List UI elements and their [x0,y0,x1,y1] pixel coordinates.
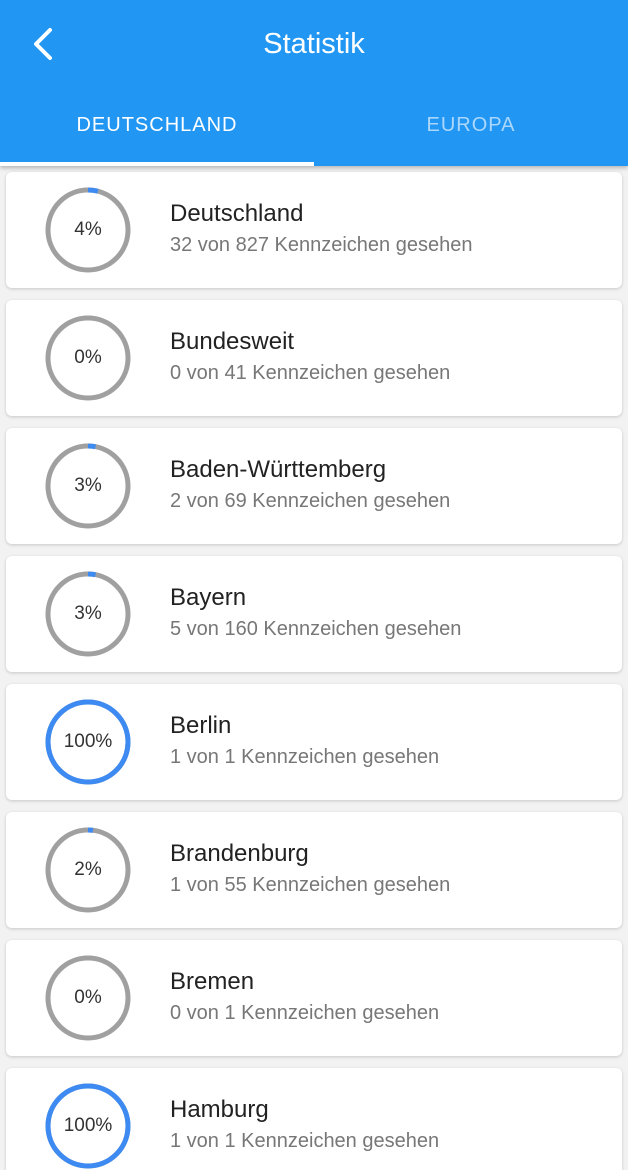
tab-bar: DEUTSCHLAND EUROPA [0,90,628,166]
chevron-left-icon [34,28,52,60]
progress-ring: 4% [44,186,132,274]
region-list: 4% Deutschland 32 von 827 Kennzeichen ge… [0,172,628,1170]
region-count: 5 von 160 Kennzeichen gesehen [170,618,462,640]
region-count: 0 von 1 Kennzeichen gesehen [170,1002,440,1024]
progress-percent: 3% [74,475,102,496]
progress-ring: 0% [44,314,132,402]
tab-label: EUROPA [426,114,516,136]
region-card[interactable]: 0% Bremen 0 von 1 Kennzeichen gesehen [6,940,622,1056]
region-name: Brandenburg [170,840,309,867]
region-name: Bundesweit [170,328,295,355]
region-count: 0 von 41 Kennzeichen gesehen [170,362,451,384]
progress-percent: 4% [74,219,102,240]
progress-percent: 3% [74,603,102,624]
region-card[interactable]: 3% Bayern 5 von 160 Kennzeichen gesehen [6,556,622,672]
region-count: 32 von 827 Kennzeichen gesehen [170,234,473,256]
region-card[interactable]: 100% Hamburg 1 von 1 Kennzeichen gesehen [6,1068,622,1170]
region-name: Hamburg [170,1096,269,1123]
region-card[interactable]: 4% Deutschland 32 von 827 Kennzeichen ge… [6,172,622,288]
region-name: Bremen [170,968,255,995]
tab-deutschland[interactable]: DEUTSCHLAND [0,90,314,166]
region-card[interactable]: 100% Berlin 1 von 1 Kennzeichen gesehen [6,684,622,800]
region-count: 1 von 1 Kennzeichen gesehen [170,1130,440,1152]
region-name: Deutschland [170,200,304,227]
progress-ring: 100% [44,698,132,786]
region-count: 1 von 55 Kennzeichen gesehen [170,874,451,896]
progress-percent: 100% [63,731,113,752]
app-bar: Statistik DEUTSCHLAND EUROPA [0,0,628,166]
tab-europa[interactable]: EUROPA [314,90,628,166]
page-title: Statistik [263,28,365,60]
region-card[interactable]: 3% Baden-Württemberg 2 von 69 Kennzeiche… [6,428,622,544]
region-name: Bayern [170,584,247,611]
progress-ring: 3% [44,570,132,658]
progress-ring: 3% [44,442,132,530]
progress-ring: 2% [44,826,132,914]
region-name: Berlin [170,712,232,739]
progress-ring: 0% [44,954,132,1042]
progress-percent: 100% [63,1115,113,1136]
region-card[interactable]: 2% Brandenburg 1 von 55 Kennzeichen gese… [6,812,622,928]
back-button[interactable] [20,20,68,68]
progress-ring: 100% [44,1082,132,1170]
tab-indicator [0,162,314,166]
statistics-screen: Statistik DEUTSCHLAND EUROPA 4% Deutschl… [0,0,628,1170]
region-count: 1 von 1 Kennzeichen gesehen [170,746,440,768]
region-card[interactable]: 0% Bundesweit 0 von 41 Kennzeichen geseh… [6,300,622,416]
region-name: Baden-Württemberg [170,456,387,483]
progress-percent: 2% [74,859,102,880]
progress-percent: 0% [74,987,102,1008]
progress-percent: 0% [74,347,102,368]
region-count: 2 von 69 Kennzeichen gesehen [170,490,451,512]
tab-label: DEUTSCHLAND [76,114,238,136]
